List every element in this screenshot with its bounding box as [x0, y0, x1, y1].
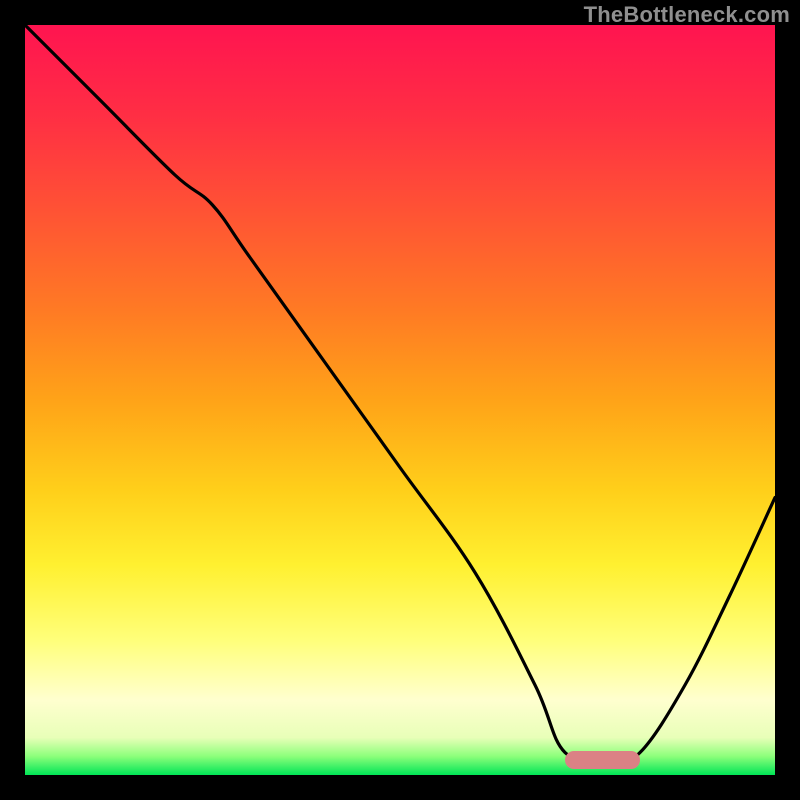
optimal-range-marker	[565, 751, 640, 769]
chart-frame: TheBottleneck.com	[0, 0, 800, 800]
plot-area	[25, 25, 775, 775]
bottleneck-chart	[25, 25, 775, 775]
watermark-text: TheBottleneck.com	[584, 2, 790, 28]
